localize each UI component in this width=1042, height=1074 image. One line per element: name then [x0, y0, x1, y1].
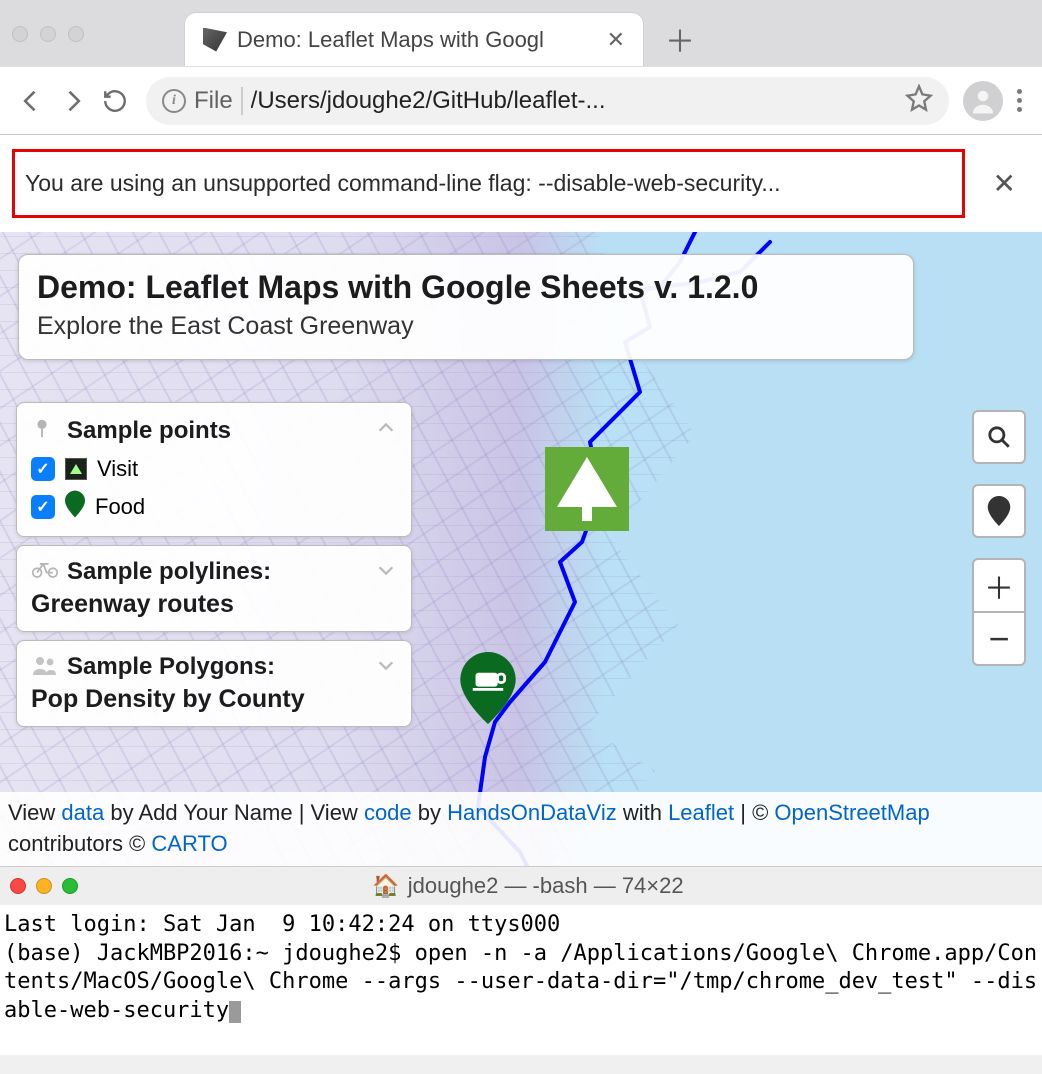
tab-bar: Demo: Leaflet Maps with Googl ✕ ＋ [0, 0, 1042, 66]
zoom-in-button[interactable]: ＋ [972, 558, 1026, 612]
terminal-close-icon[interactable] [10, 878, 26, 894]
attr-link-code[interactable]: code [364, 800, 412, 825]
browser-menu-button[interactable] [1011, 83, 1028, 118]
url-field[interactable]: i File /Users/jdoughe2/GitHub/leaflet-..… [146, 77, 949, 125]
chrome-browser-chrome: Demo: Leaflet Maps with Googl ✕ ＋ i File… [0, 0, 1042, 135]
map-zoom-controls: ＋ − [972, 558, 1026, 666]
terminal-minimize-icon[interactable] [36, 878, 52, 894]
terminal-title: 🏠 jdoughe2 — -bash — 74×22 [90, 873, 966, 899]
terminal-traffic-lights [10, 878, 78, 894]
map-controls: ＋ − [972, 410, 1026, 666]
url-separator [241, 87, 243, 115]
attr-t1: View [8, 800, 61, 825]
attr-t3: by [412, 800, 447, 825]
legend-toggle-points[interactable]: Sample points [31, 415, 397, 446]
legend-panel-polylines: Sample polylines: Greenway routes [16, 545, 412, 632]
map-locate-button[interactable] [972, 484, 1026, 538]
new-tab-button[interactable]: ＋ [650, 12, 710, 66]
terminal-line-2: (base) JackMBP2016:~ jdoughe2$ open -n -… [4, 941, 1037, 1023]
legend-points-items: ✓ Visit ✓ Food [31, 456, 397, 524]
warning-close-button[interactable]: ✕ [979, 167, 1030, 200]
terminal-title-bar: 🏠 jdoughe2 — -bash — 74×22 [0, 867, 1042, 905]
legend-panel-polygons: Sample Polygons: Pop Density by County [16, 640, 412, 727]
legend-polylines-label: Sample polylines: [67, 558, 365, 586]
pin-icon [31, 415, 57, 446]
home-icon: 🏠 [372, 873, 399, 899]
attr-link-carto[interactable]: CARTO [151, 831, 227, 856]
legend-item-food[interactable]: ✓ Food [31, 490, 397, 524]
people-icon [31, 654, 57, 681]
chevron-down-icon [375, 654, 397, 681]
tree-icon [65, 458, 87, 480]
attr-link-hodv[interactable]: HandsOnDataViz [447, 800, 617, 825]
attr-link-data[interactable]: data [61, 800, 104, 825]
map-legend: Sample points ✓ Visit ✓ Food Sample p [16, 402, 412, 727]
legend-item-visit[interactable]: ✓ Visit [31, 456, 397, 482]
attr-t4: with [617, 800, 668, 825]
back-button[interactable] [14, 84, 48, 118]
warning-banner: You are using an unsupported command-lin… [0, 135, 1042, 232]
legend-toggle-polylines[interactable]: Sample polylines: [31, 558, 397, 586]
legend-polygons-label: Sample Polygons: [67, 653, 365, 681]
legend-polylines-sub: Greenway routes [31, 590, 397, 619]
zoom-out-button[interactable]: − [972, 612, 1026, 666]
window-close-icon[interactable] [12, 26, 28, 42]
bike-icon [31, 560, 57, 585]
forward-button[interactable] [56, 84, 90, 118]
url-path: /Users/jdoughe2/GitHub/leaflet-... [251, 87, 897, 115]
bookmark-star-icon[interactable] [905, 84, 933, 117]
attr-t2: by Add Your Name | View [104, 800, 364, 825]
map-title-card: Demo: Leaflet Maps with Google Sheets v.… [18, 254, 914, 360]
attr-t6: contributors © [8, 831, 151, 856]
window-minimize-icon[interactable] [40, 26, 56, 42]
map-search-button[interactable] [972, 410, 1026, 464]
url-scheme-label: File [194, 87, 233, 115]
attr-t5: | © [734, 800, 774, 825]
leaflet-map[interactable]: Demo: Leaflet Maps with Google Sheets v.… [0, 232, 1042, 866]
terminal-body[interactable]: Last login: Sat Jan 9 10:42:24 on ttys00… [0, 905, 1042, 1055]
checkbox-visit[interactable]: ✓ [31, 457, 55, 481]
legend-item-visit-label: Visit [97, 456, 138, 482]
map-marker-food[interactable] [460, 652, 516, 724]
profile-avatar-button[interactable] [963, 81, 1003, 121]
terminal-title-text: jdoughe2 — -bash — 74×22 [408, 873, 684, 899]
terminal-cursor [229, 1001, 241, 1023]
legend-panel-points: Sample points ✓ Visit ✓ Food [16, 402, 412, 537]
address-bar: i File /Users/jdoughe2/GitHub/leaflet-..… [0, 66, 1042, 134]
chevron-up-icon [375, 417, 397, 444]
legend-points-label: Sample points [67, 417, 365, 445]
tab-favicon-icon [203, 28, 227, 52]
food-pin-icon [65, 490, 85, 524]
tab-close-icon[interactable]: ✕ [607, 27, 625, 53]
checkbox-food[interactable]: ✓ [31, 495, 55, 519]
warning-text: You are using an unsupported command-lin… [12, 149, 965, 218]
tab-title: Demo: Leaflet Maps with Googl [237, 27, 597, 53]
legend-toggle-polygons[interactable]: Sample Polygons: [31, 653, 397, 681]
legend-polygons-sub: Pop Density by County [31, 685, 397, 714]
map-title: Demo: Leaflet Maps with Google Sheets v.… [37, 269, 895, 306]
chevron-down-icon [375, 559, 397, 586]
terminal-line-1: Last login: Sat Jan 9 10:42:24 on ttys00… [4, 912, 560, 937]
browser-tab[interactable]: Demo: Leaflet Maps with Googl ✕ [184, 12, 644, 66]
window-zoom-icon[interactable] [68, 26, 84, 42]
window-traffic-lights [12, 26, 84, 42]
map-subtitle: Explore the East Coast Greenway [37, 312, 895, 341]
reload-button[interactable] [98, 84, 132, 118]
terminal-window: 🏠 jdoughe2 — -bash — 74×22 Last login: S… [0, 866, 1042, 1055]
terminal-zoom-icon[interactable] [62, 878, 78, 894]
map-attribution: View data by Add Your Name | View code b… [0, 792, 1042, 866]
legend-item-food-label: Food [95, 494, 145, 520]
attr-link-osm[interactable]: OpenStreetMap [774, 800, 929, 825]
site-info-icon[interactable]: i [162, 89, 186, 113]
attr-link-leaflet[interactable]: Leaflet [668, 800, 734, 825]
map-marker-visit[interactable] [545, 447, 629, 531]
